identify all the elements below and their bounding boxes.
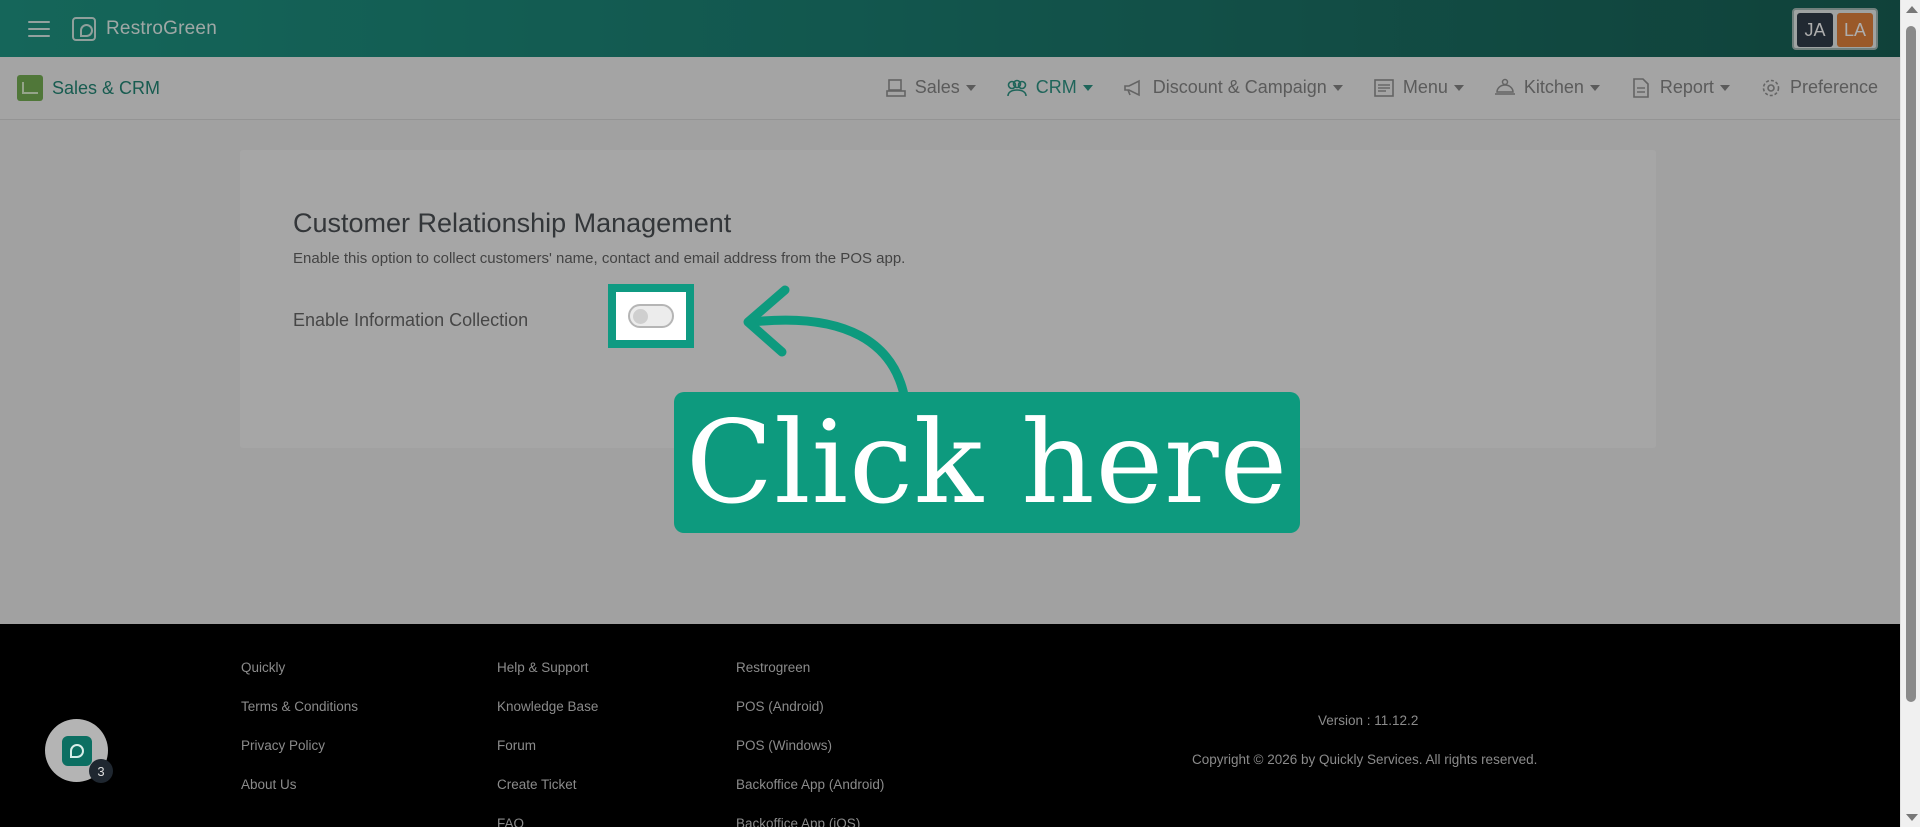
nav-kitchen[interactable]: Kitchen bbox=[1494, 77, 1600, 98]
restrogreen-logo-icon bbox=[72, 16, 96, 41]
nav-discount-campaign[interactable]: Discount & Campaign bbox=[1123, 77, 1343, 98]
footer: Quickly Terms & Conditions Privacy Polic… bbox=[0, 624, 1900, 827]
footer-col-restrogreen: Restrogreen POS (Android) POS (Windows) … bbox=[736, 658, 884, 827]
footer-link[interactable]: Knowledge Base bbox=[497, 697, 598, 716]
avatar-la[interactable]: LA bbox=[1837, 13, 1873, 47]
nav-preference[interactable]: Preference bbox=[1760, 77, 1878, 98]
pos-terminal-icon bbox=[885, 78, 907, 98]
footer-link[interactable]: POS (Windows) bbox=[736, 736, 884, 755]
page-title: Customer Relationship Management bbox=[293, 208, 732, 238]
avatar-ja[interactable]: JA bbox=[1797, 13, 1833, 47]
copyright-text: Copyright © 2026 by Quickly Services. Al… bbox=[1192, 752, 1538, 767]
nav-sales-label: Sales bbox=[914, 77, 960, 97]
footer-link[interactable]: Restrogreen bbox=[736, 658, 884, 677]
nav-report[interactable]: Report bbox=[1630, 77, 1730, 98]
nav-menu-item[interactable]: Menu bbox=[1373, 77, 1464, 98]
nav-sales[interactable]: Sales bbox=[885, 77, 976, 98]
version-text: Version : 11.12.2 bbox=[1318, 713, 1419, 728]
menu-list-icon bbox=[1373, 78, 1395, 98]
nav-crm[interactable]: CRM bbox=[1006, 77, 1093, 98]
page-scrollbar[interactable] bbox=[1900, 0, 1920, 827]
megaphone-icon bbox=[1123, 78, 1145, 98]
account-switcher[interactable]: JA LA bbox=[1792, 8, 1878, 50]
brand[interactable]: RestroGreen bbox=[72, 16, 217, 41]
footer-link[interactable]: Backoffice App (Android) bbox=[736, 775, 884, 794]
chat-badge: 3 bbox=[89, 759, 113, 783]
module-label: Sales & CRM bbox=[52, 77, 161, 98]
gear-icon bbox=[1760, 78, 1782, 98]
footer-link[interactable]: Terms & Conditions bbox=[241, 697, 358, 716]
nav-report-label: Report bbox=[1659, 77, 1714, 97]
nav-menu-label: Menu bbox=[1402, 77, 1448, 97]
footer-link[interactable]: Help & Support bbox=[497, 658, 598, 677]
footer-link[interactable]: Quickly bbox=[241, 658, 358, 677]
click-here-callout: Click here bbox=[674, 392, 1300, 533]
footer-col-help: Help & Support Knowledge Base Forum Crea… bbox=[497, 658, 598, 827]
footer-link[interactable]: About Us bbox=[241, 775, 358, 794]
footer-link[interactable]: FAQ bbox=[497, 814, 598, 827]
nav-menu: Sales CRM Discount & Campaign Menu Kitch… bbox=[885, 77, 1878, 98]
brand-name: RestroGreen bbox=[106, 17, 217, 39]
scroll-thumb[interactable] bbox=[1906, 26, 1916, 702]
module-sales-crm[interactable]: Sales & CRM bbox=[17, 75, 160, 101]
enable-info-collection-toggle[interactable] bbox=[628, 304, 674, 328]
footer-link[interactable]: Privacy Policy bbox=[241, 736, 358, 755]
scroll-down-icon[interactable] bbox=[1906, 814, 1918, 821]
nav-kitchen-label: Kitchen bbox=[1523, 77, 1584, 97]
chat-logo-icon bbox=[61, 735, 92, 766]
top-bar: RestroGreen JA LA bbox=[0, 0, 1900, 57]
nav-discount-label: Discount & Campaign bbox=[1152, 77, 1327, 97]
footer-link[interactable]: POS (Android) bbox=[736, 697, 884, 716]
highlight-frame bbox=[608, 284, 694, 348]
crm-description: Enable this option to collect customers'… bbox=[293, 250, 906, 267]
footer-link[interactable]: Backoffice App (iOS) bbox=[736, 814, 884, 827]
enable-info-collection-label: Enable Information Collection bbox=[293, 310, 529, 330]
users-group-icon bbox=[1006, 78, 1028, 98]
footer-link[interactable]: Create Ticket bbox=[497, 775, 598, 794]
chart-icon bbox=[17, 75, 43, 101]
footer-link[interactable]: Forum bbox=[497, 736, 598, 755]
nav-crm-label: CRM bbox=[1035, 77, 1077, 97]
nav-preference-label: Preference bbox=[1789, 77, 1878, 97]
document-icon bbox=[1630, 77, 1652, 98]
module-nav-bar: Sales & CRM Sales CRM Discount & Campaig… bbox=[0, 57, 1900, 120]
hamburger-menu-icon[interactable] bbox=[28, 20, 50, 37]
chef-hat-icon bbox=[1494, 78, 1516, 98]
footer-col-quickly: Quickly Terms & Conditions Privacy Polic… bbox=[241, 658, 358, 794]
scroll-up-icon[interactable] bbox=[1906, 6, 1918, 13]
